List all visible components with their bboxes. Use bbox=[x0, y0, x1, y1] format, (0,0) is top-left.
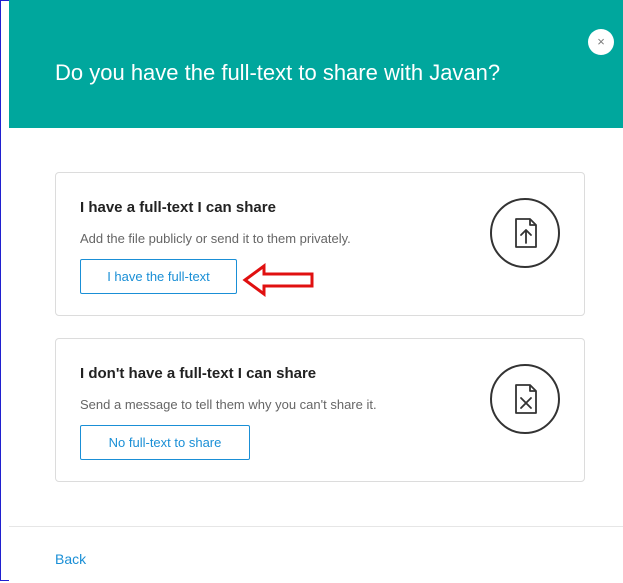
option-card-has-fulltext: I have a full-text I can share Add the f… bbox=[55, 172, 585, 316]
close-button[interactable]: × bbox=[588, 29, 614, 55]
file-upload-icon bbox=[490, 198, 560, 268]
back-link[interactable]: Back bbox=[55, 551, 86, 567]
option-title: I don't have a full-text I can share bbox=[80, 365, 317, 382]
option-description: Add the file publicly or send it to them… bbox=[80, 231, 351, 246]
share-fulltext-dialog: Do you have the full-text to share with … bbox=[9, 0, 623, 583]
dialog-title: Do you have the full-text to share with … bbox=[55, 60, 501, 85]
option-card-no-fulltext: I don't have a full-text I can share Sen… bbox=[55, 338, 585, 482]
close-icon: × bbox=[597, 34, 605, 49]
dialog-footer: Back bbox=[9, 526, 623, 583]
option-description: Send a message to tell them why you can'… bbox=[80, 397, 377, 412]
option-title: I have a full-text I can share bbox=[80, 199, 276, 216]
dialog-header: Do you have the full-text to share with … bbox=[9, 0, 623, 128]
have-fulltext-button[interactable]: I have the full-text bbox=[80, 259, 237, 294]
file-cancel-icon bbox=[490, 364, 560, 434]
red-arrow-icon bbox=[242, 263, 314, 297]
no-fulltext-button[interactable]: No full-text to share bbox=[80, 425, 250, 460]
